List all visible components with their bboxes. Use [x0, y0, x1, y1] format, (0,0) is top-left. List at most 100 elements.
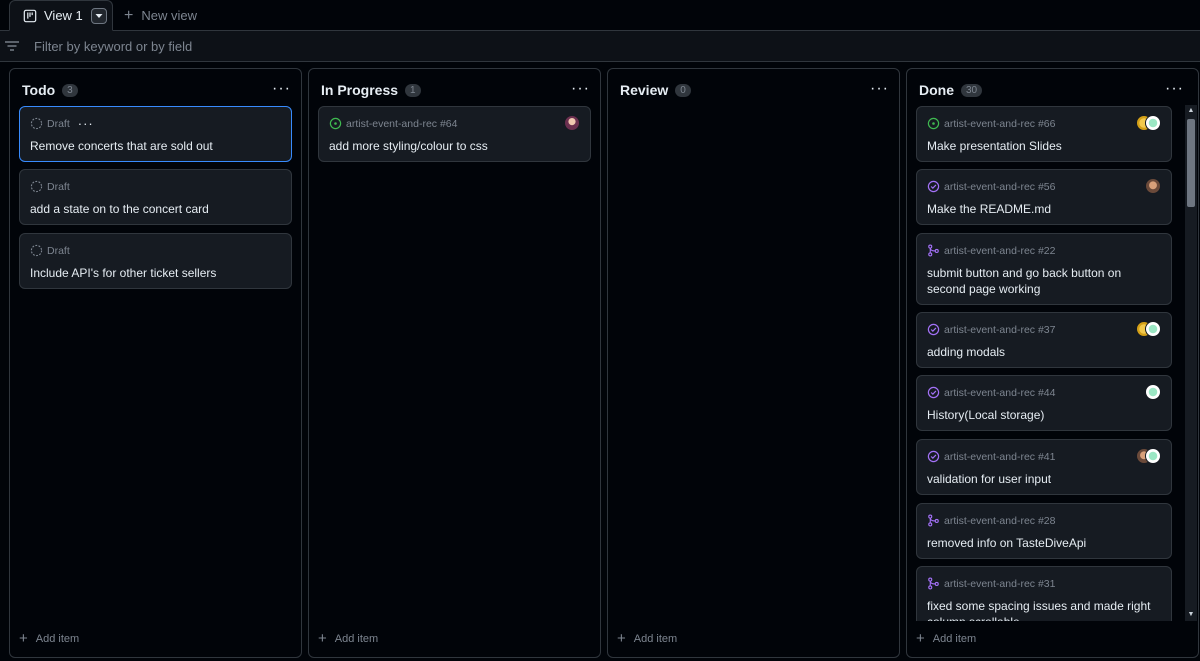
card-meta: artist-event-and-rec #64 — [329, 117, 457, 130]
column-menu-button[interactable]: ··· — [870, 81, 889, 97]
draft-circle-icon — [30, 244, 43, 257]
filter-bar — [0, 31, 1200, 62]
plus-icon: + — [617, 630, 626, 647]
scroll-thumb[interactable] — [1187, 119, 1195, 207]
issue-closed-icon — [927, 323, 940, 336]
issue-closed-icon — [927, 450, 940, 463]
card-title[interactable]: Make presentation Slides — [927, 138, 1161, 154]
board-icon — [23, 9, 37, 22]
filter-input[interactable] — [34, 38, 634, 54]
card-title[interactable]: adding modals — [927, 344, 1161, 360]
avatar[interactable] — [1145, 321, 1161, 337]
card-meta: artist-event-and-rec #22 — [927, 244, 1055, 257]
card-title[interactable]: History(Local storage) — [927, 407, 1161, 423]
assignees — [1145, 178, 1161, 194]
plus-icon: + — [124, 6, 134, 24]
card[interactable]: artist-event-and-rec #31 fixed some spac… — [916, 566, 1172, 621]
card[interactable]: Draft ··· Remove concerts that are sold … — [19, 106, 292, 162]
new-view-label: New view — [141, 8, 197, 23]
card-meta-text: artist-event-and-rec #28 — [944, 514, 1056, 527]
card[interactable]: artist-event-and-rec #44 History(Local s… — [916, 375, 1172, 431]
assignees — [1136, 321, 1161, 337]
tab-view-1[interactable]: View 1 — [9, 0, 113, 31]
card[interactable]: Draft Include API's for other ticket sel… — [19, 233, 292, 289]
avatar[interactable] — [1145, 384, 1161, 400]
scroll-up-arrow-icon[interactable]: ▲ — [1187, 107, 1195, 115]
plus-icon: + — [916, 630, 925, 647]
card-title[interactable]: submit button and go back button on seco… — [927, 265, 1161, 297]
column-review: Review 0 ··· + Add item — [607, 68, 900, 658]
add-item-label: Add item — [334, 632, 379, 645]
column-header: In Progress 1 — [321, 82, 421, 98]
card[interactable]: artist-event-and-rec #56 Make the README… — [916, 169, 1172, 225]
new-view-button[interactable]: + New view — [124, 0, 197, 31]
card-meta: artist-event-and-rec #37 — [927, 323, 1055, 336]
card-meta: artist-event-and-rec #56 — [927, 180, 1055, 193]
card-title[interactable]: Include API's for other ticket sellers — [30, 265, 281, 281]
card-meta-text: Draft — [47, 180, 70, 193]
card-menu-button[interactable]: ··· — [78, 117, 94, 130]
card[interactable]: artist-event-and-rec #41 validation for … — [916, 439, 1172, 495]
column-todo: Todo 3 ··· Draft ··· Remove concerts tha… — [9, 68, 302, 658]
add-item-button[interactable]: + Add item — [318, 631, 378, 646]
card-meta-text: artist-event-and-rec #31 — [944, 577, 1056, 590]
card[interactable]: artist-event-and-rec #37 adding modals — [916, 312, 1172, 368]
done-column-scrollbar[interactable]: ▲ ▼ — [1185, 105, 1197, 621]
card[interactable]: artist-event-and-rec #28 removed info on… — [916, 503, 1172, 559]
issue-opened-icon — [927, 117, 940, 130]
column-count-badge: 3 — [62, 83, 78, 97]
add-item-button[interactable]: + Add item — [916, 631, 976, 646]
git-merge-icon — [928, 244, 939, 257]
column-header: Todo 3 — [22, 82, 78, 98]
card-meta-text: artist-event-and-rec #37 — [944, 323, 1056, 336]
column-title: Todo — [22, 82, 56, 98]
plus-icon: + — [19, 630, 28, 647]
column-count-badge: 0 — [675, 83, 691, 97]
add-item-label: Add item — [35, 632, 80, 645]
column-title: In Progress — [321, 82, 399, 98]
card-title[interactable]: removed info on TasteDiveApi — [927, 535, 1161, 551]
card-meta-text: artist-event-and-rec #56 — [944, 180, 1056, 193]
card-title[interactable]: add a state on to the concert card — [30, 201, 281, 217]
card-meta: artist-event-and-rec #41 — [927, 450, 1055, 463]
git-merge-icon — [928, 514, 939, 527]
card-title[interactable]: validation for user input — [927, 471, 1161, 487]
add-item-label: Add item — [633, 632, 678, 645]
filter-icon[interactable] — [4, 38, 20, 54]
scroll-down-arrow-icon[interactable]: ▼ — [1187, 611, 1195, 619]
card-title[interactable]: Make the README.md — [927, 201, 1161, 217]
column-in-progress: In Progress 1 ··· artist-event-and-rec #… — [308, 68, 601, 658]
card-meta-text: Draft — [47, 244, 70, 257]
tab-options-button[interactable] — [90, 7, 107, 24]
column-title: Review — [620, 82, 669, 98]
column-menu-button[interactable]: ··· — [272, 81, 291, 97]
card-meta-text: artist-event-and-rec #41 — [944, 450, 1056, 463]
add-item-button[interactable]: + Add item — [19, 631, 79, 646]
issue-closed-icon — [927, 180, 940, 193]
card[interactable]: artist-event-and-rec #66 Make presentati… — [916, 106, 1172, 162]
view-tab-bar: View 1 + New view — [0, 0, 1200, 31]
card-title[interactable]: fixed some spacing issues and made right… — [927, 598, 1161, 621]
avatar[interactable] — [1145, 115, 1161, 131]
card-meta-text: Draft — [47, 117, 70, 130]
card[interactable]: Draft add a state on to the concert card — [19, 169, 292, 225]
card-meta: artist-event-and-rec #28 — [927, 514, 1055, 527]
card[interactable]: artist-event-and-rec #64 add more stylin… — [318, 106, 591, 162]
card-title[interactable]: add more styling/colour to css — [329, 138, 580, 154]
avatar[interactable] — [1145, 448, 1161, 464]
column-count-badge: 1 — [405, 83, 421, 97]
issue-closed-icon — [927, 386, 940, 399]
avatar[interactable] — [1145, 178, 1161, 194]
avatar[interactable] — [564, 115, 580, 131]
assignees — [1136, 448, 1161, 464]
card-meta: artist-event-and-rec #44 — [927, 386, 1055, 399]
column-menu-button[interactable]: ··· — [571, 81, 590, 97]
card-title[interactable]: Remove concerts that are sold out — [30, 138, 281, 154]
assignees — [1136, 115, 1161, 131]
card-meta-text: artist-event-and-rec #64 — [346, 117, 458, 130]
card-meta: artist-event-and-rec #66 — [927, 117, 1055, 130]
card[interactable]: artist-event-and-rec #22 submit button a… — [916, 233, 1172, 305]
assignees — [1145, 384, 1161, 400]
git-merge-icon — [928, 577, 939, 590]
add-item-button[interactable]: + Add item — [617, 631, 677, 646]
